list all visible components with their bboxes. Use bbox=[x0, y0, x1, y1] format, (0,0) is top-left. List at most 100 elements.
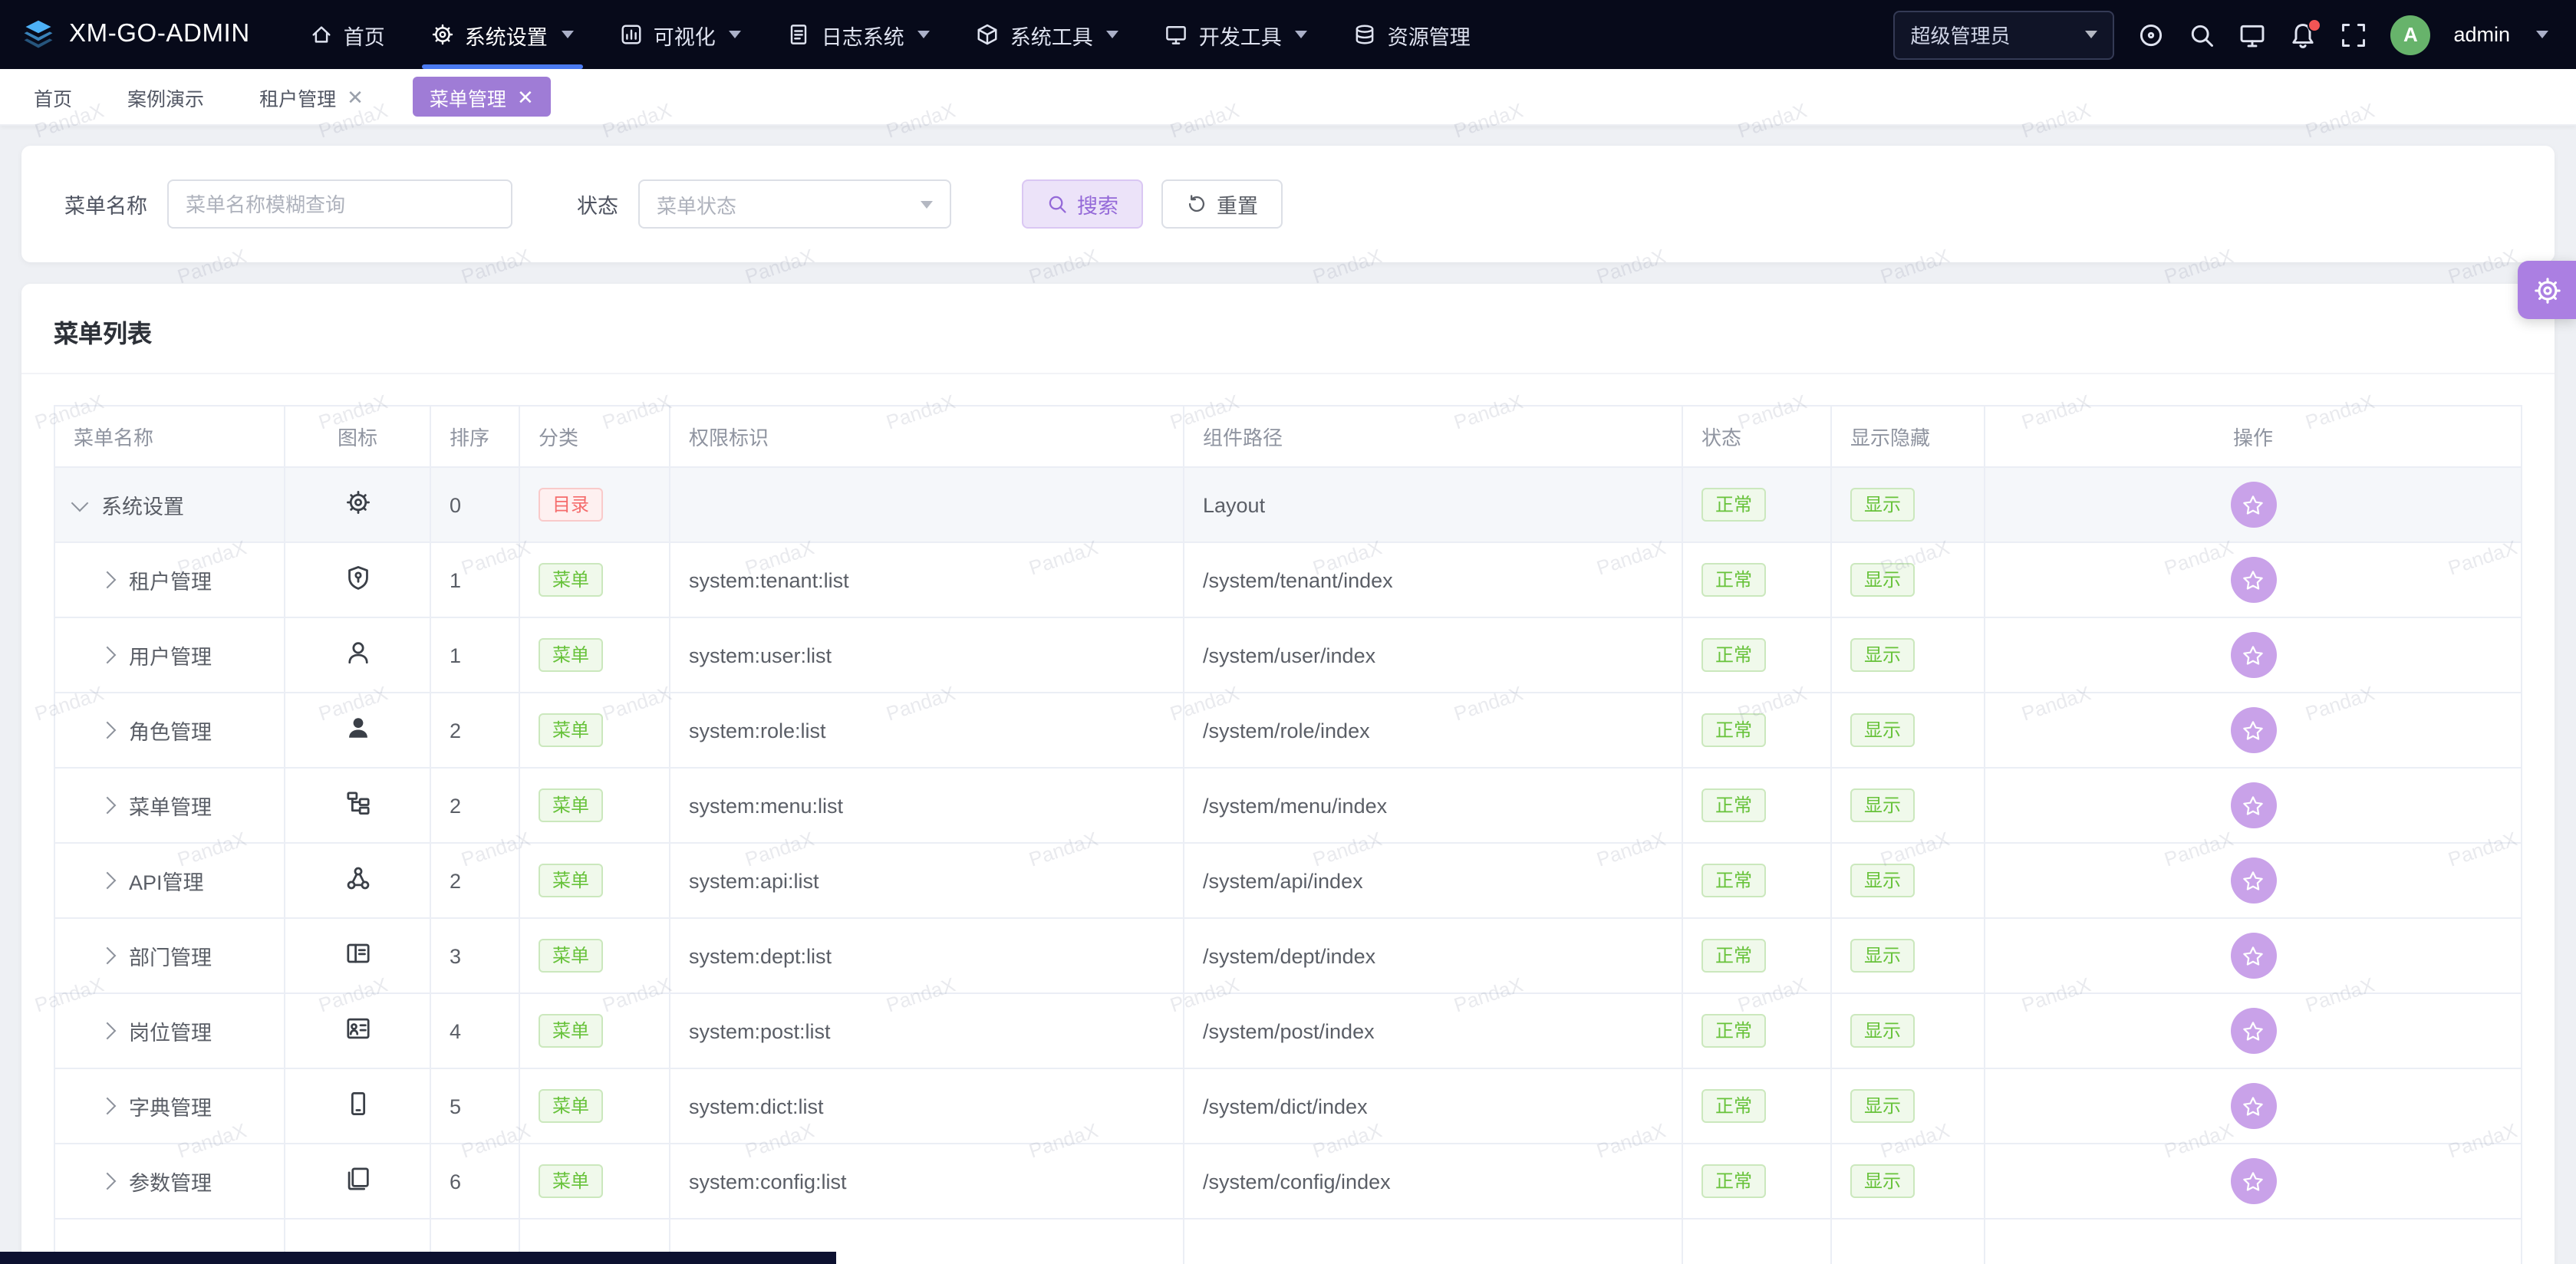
settings-fab[interactable] bbox=[2518, 261, 2576, 319]
table-row[interactable]: 岗位管理4菜单system:post:list/system/post/inde… bbox=[54, 993, 2522, 1068]
tag: 显示 bbox=[1850, 864, 1915, 897]
menu-name: 字典管理 bbox=[129, 1091, 212, 1121]
gear-icon bbox=[431, 23, 454, 46]
tab-close-icon[interactable]: ✕ bbox=[347, 87, 364, 107]
chevron-down-icon[interactable] bbox=[2536, 31, 2548, 38]
post-icon bbox=[344, 1015, 371, 1042]
column-header: 操作 bbox=[1985, 406, 2522, 467]
role-select[interactable]: 超级管理员 bbox=[1893, 10, 2114, 59]
search-icon[interactable] bbox=[2188, 21, 2215, 48]
permission: system:dept:list bbox=[670, 918, 1184, 993]
column-header: 排序 bbox=[430, 406, 519, 467]
nav-item-gear[interactable]: 系统设置 bbox=[408, 0, 597, 69]
table-row[interactable]: 角色管理 2 菜单 system:role:list/system/role/inde… bbox=[54, 693, 2522, 768]
expand-toggle[interactable] bbox=[99, 872, 117, 890]
nav-item-database[interactable]: 资源管理 bbox=[1331, 0, 1494, 69]
nav-item-home[interactable]: 首页 bbox=[287, 0, 408, 69]
table-row[interactable]: 字典管理5菜单system:dict:list/system/dict/inde… bbox=[54, 1068, 2522, 1144]
bell-icon[interactable] bbox=[2289, 21, 2317, 48]
menu-name-input[interactable] bbox=[167, 179, 512, 229]
sort-value: 2 bbox=[430, 693, 519, 768]
favorite-button[interactable] bbox=[2230, 482, 2276, 528]
tag: 菜单 bbox=[539, 864, 603, 897]
tag: 显示 bbox=[1850, 939, 1915, 973]
permission: system:menu:list bbox=[670, 768, 1184, 843]
doc-icon bbox=[788, 23, 811, 46]
chevron-down-icon bbox=[921, 200, 933, 208]
status-select[interactable]: 菜单状态 bbox=[638, 179, 951, 229]
navbar-right: 超级管理员 A admin bbox=[1893, 10, 2576, 59]
tag: 菜单 bbox=[539, 713, 603, 747]
tab-close-icon[interactable]: ✕ bbox=[517, 87, 534, 107]
tab-1[interactable]: 案例演示 bbox=[121, 77, 210, 117]
table-row[interactable]: 租户管理1菜单system:tenant:list/system/tenant/… bbox=[54, 542, 2522, 617]
tab-0[interactable]: 首页 bbox=[28, 77, 78, 117]
expand-toggle[interactable] bbox=[99, 1098, 117, 1115]
menu-name: 租户管理 bbox=[129, 565, 212, 595]
sort-value: 1 bbox=[430, 617, 519, 693]
theme-icon[interactable] bbox=[2137, 21, 2165, 48]
column-header: 权限标识 bbox=[670, 406, 1184, 467]
tag: 显示 bbox=[1850, 488, 1915, 522]
favorite-button[interactable] bbox=[2230, 1008, 2276, 1054]
collapse-toggle[interactable] bbox=[71, 494, 89, 512]
nav-item-tool[interactable]: 系统工具 bbox=[954, 0, 1142, 69]
avatar[interactable]: A bbox=[2390, 15, 2430, 54]
nav-item-doc[interactable]: 日志系统 bbox=[765, 0, 954, 69]
table-row[interactable]: 部门管理3菜单system:dept:list/system/dept/inde… bbox=[54, 918, 2522, 993]
username[interactable]: admin bbox=[2453, 23, 2510, 46]
permission: system:role:list bbox=[670, 693, 1184, 768]
expand-toggle[interactable] bbox=[99, 947, 117, 965]
top-navbar: XM-GO-ADMIN 首页系统设置可视化日志系统系统工具开发工具资源管理 超级… bbox=[0, 0, 2576, 69]
expand-toggle[interactable] bbox=[99, 571, 117, 589]
favorite-button[interactable] bbox=[2230, 933, 2276, 979]
menu-list-card: 菜单列表 菜单名称图标排序分类权限标识组件路径状态显示隐藏操作 系统设置0目录L… bbox=[21, 284, 2555, 1264]
nav-item-monitor[interactable]: 开发工具 bbox=[1142, 0, 1331, 69]
favorite-button[interactable] bbox=[2230, 1158, 2276, 1204]
permission: system:dict:list bbox=[670, 1068, 1184, 1144]
component-path: /system/post/index bbox=[1184, 993, 1682, 1068]
sort-value: 6 bbox=[430, 1144, 519, 1219]
tab-2[interactable]: 租户管理 ✕ bbox=[253, 77, 370, 117]
menu-name: 用户管理 bbox=[129, 640, 212, 670]
tag: 显示 bbox=[1850, 563, 1915, 597]
tab-bar: 首页案例演示租户管理✕菜单管理✕ bbox=[0, 69, 2576, 126]
tab-label: 租户管理 bbox=[259, 82, 336, 111]
menu-name: 菜单管理 bbox=[129, 790, 212, 821]
favorite-button[interactable] bbox=[2230, 1083, 2276, 1129]
table-row[interactable]: API管理2菜单system:api:list/system/api/index… bbox=[54, 843, 2522, 918]
favorite-button[interactable] bbox=[2230, 707, 2276, 753]
column-header: 菜单名称 bbox=[54, 406, 285, 467]
fullscreen-icon[interactable] bbox=[2340, 21, 2367, 48]
table-row[interactable]: 用户管理1菜单system:user:list/system/user/inde… bbox=[54, 617, 2522, 693]
home-icon bbox=[310, 23, 333, 46]
table-row[interactable]: 系统设置0目录Layout正常显示 bbox=[54, 467, 2522, 542]
favorite-button[interactable] bbox=[2230, 557, 2276, 603]
search-button[interactable]: 搜索 bbox=[1022, 179, 1143, 229]
component-path: /system/dict/index bbox=[1184, 1068, 1682, 1144]
monitor-icon[interactable] bbox=[2238, 21, 2266, 48]
sort-value: 4 bbox=[430, 993, 519, 1068]
favorite-button[interactable] bbox=[2230, 857, 2276, 904]
table-row[interactable]: 参数管理6菜单system:config:list/system/config/… bbox=[54, 1144, 2522, 1219]
favorite-button[interactable] bbox=[2230, 782, 2276, 828]
table-row[interactable]: 菜单管理2菜单system:menu:list/system/menu/inde… bbox=[54, 768, 2522, 843]
tag: 正常 bbox=[1701, 864, 1766, 897]
menu-name: 角色管理 bbox=[129, 715, 212, 746]
status-label: 状态 bbox=[577, 189, 618, 219]
brand-logo[interactable]: XM-GO-ADMIN bbox=[21, 18, 250, 51]
api-icon bbox=[344, 865, 371, 891]
expand-toggle[interactable] bbox=[99, 647, 117, 664]
column-header: 图标 bbox=[285, 406, 430, 467]
nav-item-chart[interactable]: 可视化 bbox=[597, 0, 765, 69]
favorite-button[interactable] bbox=[2230, 632, 2276, 678]
tab-3[interactable]: 菜单管理✕ bbox=[413, 77, 551, 117]
reset-button[interactable]: 重置 bbox=[1161, 179, 1283, 229]
expand-toggle[interactable] bbox=[99, 1022, 117, 1040]
component-path: /system/role/index bbox=[1184, 693, 1682, 768]
expand-toggle[interactable] bbox=[99, 722, 117, 739]
expand-toggle[interactable] bbox=[99, 1173, 117, 1190]
expand-toggle[interactable] bbox=[99, 797, 117, 815]
main-nav: 首页系统设置可视化日志系统系统工具开发工具资源管理 bbox=[287, 0, 1494, 69]
filter-buttons: 搜索 重置 bbox=[1022, 179, 1283, 229]
